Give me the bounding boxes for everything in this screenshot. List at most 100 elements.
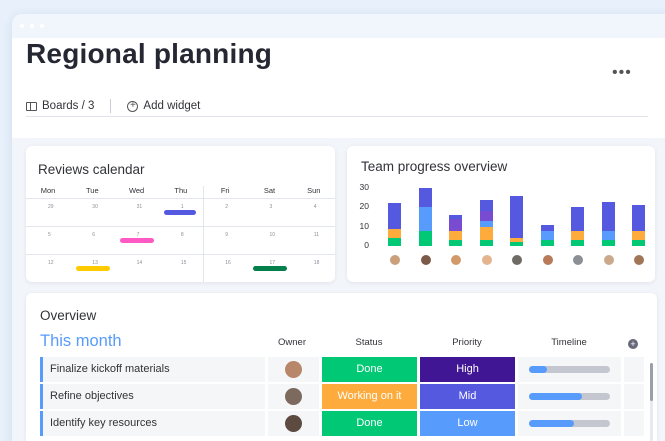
calendar-date[interactable]: 9: [225, 232, 228, 238]
chart-bar-segment[interactable]: [540, 230, 554, 241]
calendar-date[interactable]: 18: [314, 260, 320, 266]
add-widget-button[interactable]: Add widget: [143, 100, 200, 112]
calendar-day-header: Sun: [307, 186, 321, 195]
calendar-event[interactable]: [164, 210, 196, 215]
chart-bar-segment[interactable]: [479, 220, 493, 227]
group-title[interactable]: This month: [40, 332, 122, 351]
chart-bar-segment[interactable]: [479, 199, 493, 212]
member-avatar[interactable]: [512, 255, 522, 265]
chart-bar-segment[interactable]: [540, 224, 554, 231]
column-header-priority[interactable]: Priority: [420, 337, 514, 348]
chart-bar-segment[interactable]: [632, 240, 645, 246]
chart-bar-segment[interactable]: [418, 207, 432, 231]
calendar-date[interactable]: 4: [314, 204, 317, 210]
timeline-bar[interactable]: [529, 366, 610, 373]
widget-title: Reviews calendar: [38, 162, 145, 177]
toolbar-divider-line: [26, 116, 648, 117]
chart-bar-segment[interactable]: [388, 203, 401, 229]
calendar-date[interactable]: 16: [225, 260, 231, 266]
chart-bar-segment[interactable]: [571, 240, 584, 246]
member-avatar[interactable]: [420, 255, 431, 265]
window-dot[interactable]: [30, 24, 34, 28]
window-dot[interactable]: [40, 24, 44, 28]
chart-bar-segment[interactable]: [418, 188, 432, 208]
timeline-bar[interactable]: [529, 420, 610, 427]
chart-bar-segment[interactable]: [449, 215, 462, 219]
status-cell[interactable]: Done: [322, 357, 417, 382]
chart-bar-segment[interactable]: [540, 240, 554, 246]
calendar-date[interactable]: 5: [48, 232, 51, 238]
chart-bar-segment[interactable]: [449, 230, 462, 241]
chart-bar-segment[interactable]: [388, 228, 401, 239]
chart-bar-segment[interactable]: [601, 201, 615, 231]
task-name[interactable]: Identify key resources: [50, 417, 157, 429]
calendar-event[interactable]: [120, 238, 154, 243]
status-cell[interactable]: Working on it: [322, 384, 417, 409]
chart-bar-segment[interactable]: [449, 218, 462, 231]
timeline-progress: [529, 366, 547, 373]
calendar-date[interactable]: 10: [270, 232, 276, 238]
row-group-accent: [40, 357, 43, 382]
column-header-owner[interactable]: Owner: [268, 337, 316, 348]
calendar-event[interactable]: [253, 266, 287, 271]
task-name[interactable]: Finalize kickoff materials: [50, 363, 170, 375]
boards-breadcrumb[interactable]: Boards / 3: [42, 100, 94, 112]
calendar-date[interactable]: 12: [48, 260, 54, 266]
chart-bar-segment[interactable]: [601, 240, 615, 246]
calendar-date[interactable]: 31: [137, 204, 143, 210]
chart-bar-segment[interactable]: [571, 207, 584, 231]
priority-cell[interactable]: Mid: [420, 384, 515, 409]
member-avatar[interactable]: [542, 255, 553, 265]
calendar-event[interactable]: [76, 266, 110, 271]
chart-bar-segment[interactable]: [632, 230, 645, 241]
calendar-row-line: [26, 198, 335, 199]
column-header-timeline[interactable]: Timeline: [529, 337, 609, 348]
calendar-date[interactable]: 6: [92, 232, 95, 238]
member-avatar[interactable]: [634, 255, 644, 265]
chart-bar-segment[interactable]: [510, 238, 523, 243]
window-dot[interactable]: [20, 24, 24, 28]
owner-avatar[interactable]: [285, 361, 302, 378]
chart-bar-segment[interactable]: [510, 195, 523, 239]
empty-cell[interactable]: [624, 411, 644, 436]
timeline-bar[interactable]: [529, 393, 610, 400]
chart-bar-segment[interactable]: [418, 230, 432, 246]
priority-cell[interactable]: Low: [420, 411, 515, 436]
chart-bar-segment[interactable]: [388, 238, 401, 246]
chart-bar-segment[interactable]: [632, 205, 645, 231]
scrollbar-thumb[interactable]: [650, 363, 653, 401]
chart-bar-segment[interactable]: [510, 242, 523, 246]
empty-cell[interactable]: [624, 357, 644, 382]
calendar-date[interactable]: 30: [92, 204, 98, 210]
member-avatar[interactable]: [390, 255, 400, 265]
owner-avatar[interactable]: [285, 388, 302, 405]
priority-cell[interactable]: High: [420, 357, 515, 382]
calendar-date[interactable]: 29: [48, 204, 54, 210]
calendar-date[interactable]: 2: [225, 204, 228, 210]
add-column-icon[interactable]: +: [628, 339, 638, 349]
chart-bar-segment[interactable]: [479, 211, 493, 221]
calendar-date[interactable]: 15: [181, 260, 187, 266]
calendar-date[interactable]: 11: [314, 232, 319, 238]
task-name[interactable]: Refine objectives: [50, 390, 134, 402]
chart-bar-segment[interactable]: [479, 240, 493, 246]
window-titlebar: [12, 14, 665, 38]
chart-bar-segment[interactable]: [601, 230, 615, 241]
owner-avatar[interactable]: [285, 415, 302, 432]
calendar-row-line: [26, 226, 335, 227]
chart-bar-segment[interactable]: [449, 240, 462, 246]
member-avatar[interactable]: [573, 255, 583, 265]
more-horizontal-icon[interactable]: •••: [612, 64, 632, 82]
calendar-row-line: [26, 254, 335, 255]
member-avatar[interactable]: [603, 255, 614, 265]
member-avatar[interactable]: [451, 255, 461, 265]
calendar-date[interactable]: 3: [270, 204, 273, 210]
status-cell[interactable]: Done: [322, 411, 417, 436]
column-header-status[interactable]: Status: [322, 337, 416, 348]
calendar-date[interactable]: 14: [137, 260, 143, 266]
chart-bar-segment[interactable]: [571, 230, 584, 241]
chart-bar-segment[interactable]: [479, 226, 493, 241]
calendar-date[interactable]: 8: [181, 232, 184, 238]
member-avatar[interactable]: [481, 255, 492, 265]
empty-cell[interactable]: [624, 384, 644, 409]
